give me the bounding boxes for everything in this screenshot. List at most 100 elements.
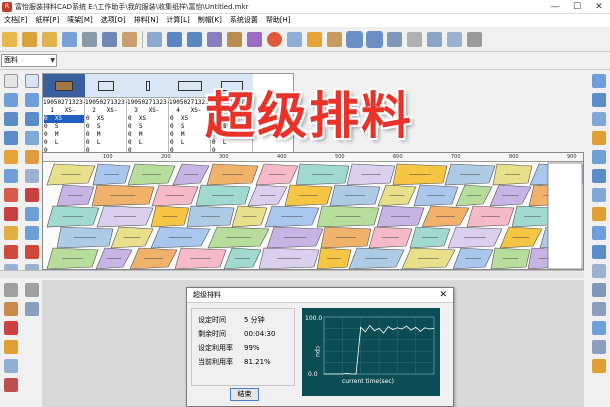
open-folder-icon[interactable] <box>22 31 37 47</box>
remove-icon[interactable] <box>4 378 18 392</box>
brush-icon[interactable] <box>247 31 262 47</box>
cut-icon[interactable] <box>4 188 18 202</box>
marker-layout[interactable] <box>43 162 584 270</box>
piece-thumbnail[interactable] <box>127 74 169 98</box>
size-row[interactable]: 0 S <box>44 123 84 131</box>
flip-vertical-icon[interactable] <box>4 283 18 297</box>
size-row[interactable]: 0 M <box>44 131 84 139</box>
size-row[interactable]: 0 M <box>86 131 126 139</box>
cloud-icon[interactable] <box>592 150 606 164</box>
nest-icon[interactable] <box>25 150 39 164</box>
size-row[interactable]: 0 L <box>170 139 210 147</box>
delete-icon[interactable] <box>467 31 482 47</box>
down-arrow-icon[interactable] <box>25 226 39 240</box>
fit-icon[interactable] <box>25 302 39 316</box>
menu-help[interactable]: 帮助[H] <box>262 14 295 27</box>
cap-icon[interactable] <box>4 302 18 316</box>
stack-icon[interactable] <box>25 131 39 145</box>
piece-column[interactable]: 19050271323- 2 XS- 0 XS 0 S0 M0 L0 <box>85 74 127 160</box>
stack-up-icon[interactable] <box>592 188 606 202</box>
size-row[interactable]: 0 L <box>128 139 168 147</box>
size-row[interactable]: 0 XS <box>170 115 210 123</box>
drag-icon[interactable] <box>592 131 606 145</box>
size-row[interactable]: 0 L <box>44 139 84 147</box>
grid-icon[interactable] <box>287 31 302 47</box>
menu-cap[interactable]: 制帽[K] <box>194 14 226 27</box>
menu-nesting[interactable]: 排料[N] <box>130 14 163 27</box>
size-row[interactable]: 0 XS <box>128 115 168 123</box>
menu-marker[interactable]: 唛架[M] <box>63 14 97 27</box>
magnify-icon[interactable] <box>25 283 39 297</box>
palette-icon[interactable] <box>25 74 39 88</box>
extra-icon[interactable] <box>592 359 606 373</box>
size-row[interactable]: 0 S <box>170 123 210 131</box>
lock-view-icon[interactable] <box>592 321 606 335</box>
search-icon[interactable] <box>25 112 39 126</box>
size-row[interactable]: 0 M <box>128 131 168 139</box>
zoom-all-icon[interactable] <box>592 93 606 107</box>
size-row[interactable]: 0 M <box>170 131 210 139</box>
save-icon[interactable] <box>62 31 77 47</box>
print-icon[interactable] <box>102 31 117 47</box>
close-button[interactable]: ✕ <box>588 0 610 14</box>
zoom-window-icon[interactable] <box>592 74 606 88</box>
plot-icon[interactable] <box>122 31 137 47</box>
zoom-icon[interactable] <box>407 31 422 47</box>
color-wheel-icon[interactable] <box>267 31 282 47</box>
rotate-left-icon[interactable] <box>4 150 18 164</box>
view-list-icon[interactable] <box>366 30 383 48</box>
piece-column[interactable]: 19050271323- 1 XS- 0 XS 0 S0 M0 L0 <box>43 74 85 160</box>
zoom-fit-icon[interactable] <box>592 112 606 126</box>
cloud-down-icon[interactable] <box>592 169 606 183</box>
size-row[interactable]: 0 L <box>86 139 126 147</box>
window-icon[interactable] <box>592 302 606 316</box>
piece-thumbnail[interactable] <box>85 74 127 98</box>
piece-column[interactable]: 19050271323- 3 XS- 0 XS 0 S0 M0 L0 <box>127 74 169 160</box>
import-icon[interactable] <box>82 31 97 47</box>
lock-icon[interactable] <box>25 245 39 259</box>
menu-calculate[interactable]: 计算[L] <box>162 14 193 27</box>
mark-icon[interactable] <box>4 321 18 335</box>
material-select[interactable]: 面料 ▼ <box>1 54 57 67</box>
size-row[interactable]: 0 XS <box>44 115 84 123</box>
color-icon[interactable] <box>592 245 606 259</box>
piece-icon[interactable] <box>207 31 222 47</box>
maximize-button[interactable]: ☐ <box>566 0 588 14</box>
redo-icon[interactable] <box>187 31 202 47</box>
panel-icon[interactable] <box>592 264 606 278</box>
place-icon[interactable] <box>25 93 39 107</box>
layer-icon[interactable] <box>592 207 606 221</box>
rotate-icon[interactable] <box>427 31 442 47</box>
shape-icon[interactable] <box>592 226 606 240</box>
up-arrow-icon[interactable] <box>25 207 39 221</box>
select-icon[interactable] <box>4 93 18 107</box>
text-icon[interactable] <box>307 31 322 47</box>
zoom-out-icon[interactable] <box>4 131 18 145</box>
table-icon[interactable] <box>147 31 162 47</box>
layout-icon[interactable] <box>387 31 402 47</box>
measure-icon[interactable] <box>4 245 18 259</box>
finish-button[interactable]: 结束 <box>230 388 259 401</box>
group-icon[interactable] <box>4 359 18 373</box>
letter-m-icon[interactable] <box>4 340 18 354</box>
piece-thumbnail[interactable] <box>43 74 85 98</box>
flip-icon[interactable] <box>447 31 462 47</box>
split-view-icon[interactable] <box>592 283 606 297</box>
menu-options[interactable]: 选项[O] <box>97 14 130 27</box>
move-icon[interactable] <box>4 169 18 183</box>
menu-settings[interactable]: 系统设置 <box>226 14 262 27</box>
close-icon[interactable]: ✕ <box>439 288 447 303</box>
zoom-in-icon[interactable] <box>4 112 18 126</box>
open-marker-icon[interactable] <box>42 31 57 47</box>
pointer-icon[interactable] <box>4 74 18 88</box>
marker-scrollbar[interactable] <box>0 270 584 278</box>
ruler-icon[interactable] <box>327 31 342 47</box>
arrange-icon[interactable] <box>25 169 39 183</box>
menu-file[interactable]: 文档[F] <box>0 14 32 27</box>
cross-icon[interactable] <box>25 188 39 202</box>
minimize-button[interactable]: — <box>544 0 566 14</box>
pencil-icon[interactable] <box>4 226 18 240</box>
split-icon[interactable] <box>4 207 18 221</box>
size-row[interactable]: 0 XS <box>86 115 126 123</box>
size-row[interactable]: 0 S <box>128 123 168 131</box>
